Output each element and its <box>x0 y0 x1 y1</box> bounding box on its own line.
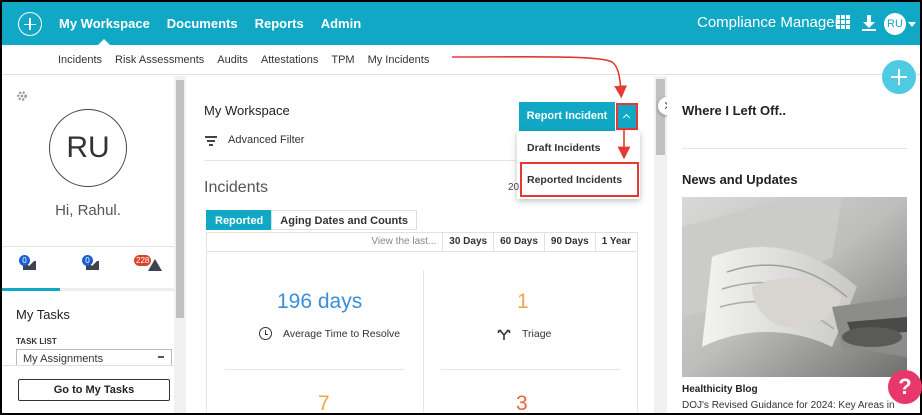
alerts-badge: 0 <box>82 255 93 266</box>
add-icon[interactable] <box>882 60 916 94</box>
warnings-tab[interactable]: 228 <box>134 255 164 275</box>
news-title: News and Updates <box>682 172 798 187</box>
advanced-filter-link[interactable]: Advanced Filter <box>228 134 304 146</box>
main-scrollbar[interactable] <box>654 76 667 413</box>
news-image[interactable] <box>682 197 907 377</box>
profile-avatar: RU <box>49 109 127 187</box>
incidents-title: Incidents <box>204 179 269 196</box>
top-bar: My Workspace Documents Reports Admin Com… <box>2 2 920 45</box>
highlight-box <box>520 162 639 197</box>
task-list-selected: My Assignments <box>23 353 104 365</box>
report-incident-button[interactable]: Report Incident <box>519 102 615 131</box>
subnav-my-incidents[interactable]: My Incidents <box>368 54 430 66</box>
messages-badge: 0 <box>19 255 30 266</box>
triage-icon <box>497 328 511 340</box>
chevron-down-icon[interactable] <box>908 22 916 27</box>
incident-tabs: Reported Aging Dates and Counts <box>206 210 418 230</box>
subnav-tpm[interactable]: TPM <box>331 54 354 66</box>
subnav-audits[interactable]: Audits <box>217 54 248 66</box>
triage-label: Triage <box>522 328 552 340</box>
range-label: View the last... <box>371 236 437 247</box>
nav-my-workspace[interactable]: My Workspace <box>59 2 150 45</box>
tab-underline <box>2 288 174 291</box>
warnings-badge: 228 <box>134 255 152 266</box>
app-window: My Workspace Documents Reports Admin Com… <box>2 2 920 413</box>
range-selector: View the last... 30 Days 60 Days 90 Days… <box>206 232 638 252</box>
logo-icon[interactable] <box>18 12 42 36</box>
stat-value-3: 7 <box>318 392 330 413</box>
subnav-risk-assessments[interactable]: Risk Assessments <box>115 54 204 66</box>
top-nav: My Workspace Documents Reports Admin <box>59 2 378 45</box>
help-icon[interactable]: ? <box>888 370 922 404</box>
avg-resolve-label: Average Time to Resolve <box>283 328 401 340</box>
filter-icon[interactable] <box>205 136 217 146</box>
my-tasks-title: My Tasks <box>16 307 70 322</box>
nav-documents[interactable]: Documents <box>167 2 238 45</box>
alerts-tab[interactable]: 0 <box>82 255 102 275</box>
right-panel: Where I Left Off.. News and Updates Heal… <box>667 76 920 413</box>
blog-source: Healthicity Blog <box>682 384 758 395</box>
tab-reported[interactable]: Reported <box>206 210 273 230</box>
subnav-attestations[interactable]: Attestations <box>261 54 318 66</box>
date-range-partial: 20 <box>508 182 520 193</box>
range-90-days[interactable]: 90 Days <box>543 233 595 251</box>
page-title: My Workspace <box>204 103 290 118</box>
incident-stats: 196 days Average Time to Resolve 1 Triag… <box>206 252 638 413</box>
tab-aging-dates[interactable]: Aging Dates and Counts <box>271 210 418 230</box>
nav-reports[interactable]: Reports <box>255 2 304 45</box>
left-footer: Go to My Tasks <box>2 365 174 413</box>
subnav-incidents[interactable]: Incidents <box>58 54 102 66</box>
range-30-days[interactable]: 30 Days <box>442 233 493 251</box>
where-i-left-off-title: Where I Left Off.. <box>682 103 786 118</box>
range-1-year[interactable]: 1 Year <box>594 233 637 251</box>
gear-icon[interactable] <box>16 90 28 102</box>
profile-panel: RU Hi, Rahul. 0 0 228 My Tasks TASK LIST… <box>2 76 174 413</box>
user-avatar[interactable]: RU <box>884 13 906 35</box>
blog-headline-link[interactable]: DOJ's Revised Guidance for 2024: Key Are… <box>682 400 895 411</box>
workspace-main: My Workspace Advanced Filter Report Inci… <box>186 76 654 413</box>
range-60-days[interactable]: 60 Days <box>493 233 544 251</box>
triage-value: 1 <box>517 290 529 313</box>
download-icon[interactable] <box>862 15 876 31</box>
greeting: Hi, Rahul. <box>55 202 121 219</box>
brand-name: Compliance Manager <box>697 14 840 31</box>
stat-value-4: 3 <box>516 392 528 413</box>
grid-icon[interactable] <box>836 15 850 29</box>
menu-item-draft-incidents[interactable]: Draft Incidents <box>527 142 601 154</box>
chevron-down-icon <box>158 356 164 358</box>
task-list-label: TASK LIST <box>16 337 57 346</box>
avg-resolve-value: 196 days <box>277 290 363 313</box>
go-to-my-tasks-button[interactable]: Go to My Tasks <box>18 379 170 401</box>
sub-nav: Incidents Risk Assessments Audits Attest… <box>2 45 920 75</box>
clock-icon <box>259 327 272 340</box>
messages-tab[interactable]: 0 <box>19 255 39 275</box>
task-list-select[interactable]: My Assignments <box>16 349 172 365</box>
left-scrollbar[interactable] <box>174 76 186 413</box>
notification-tabs: 0 0 228 <box>2 246 174 291</box>
report-options-toggle[interactable] <box>616 103 638 130</box>
nav-admin[interactable]: Admin <box>321 2 361 45</box>
